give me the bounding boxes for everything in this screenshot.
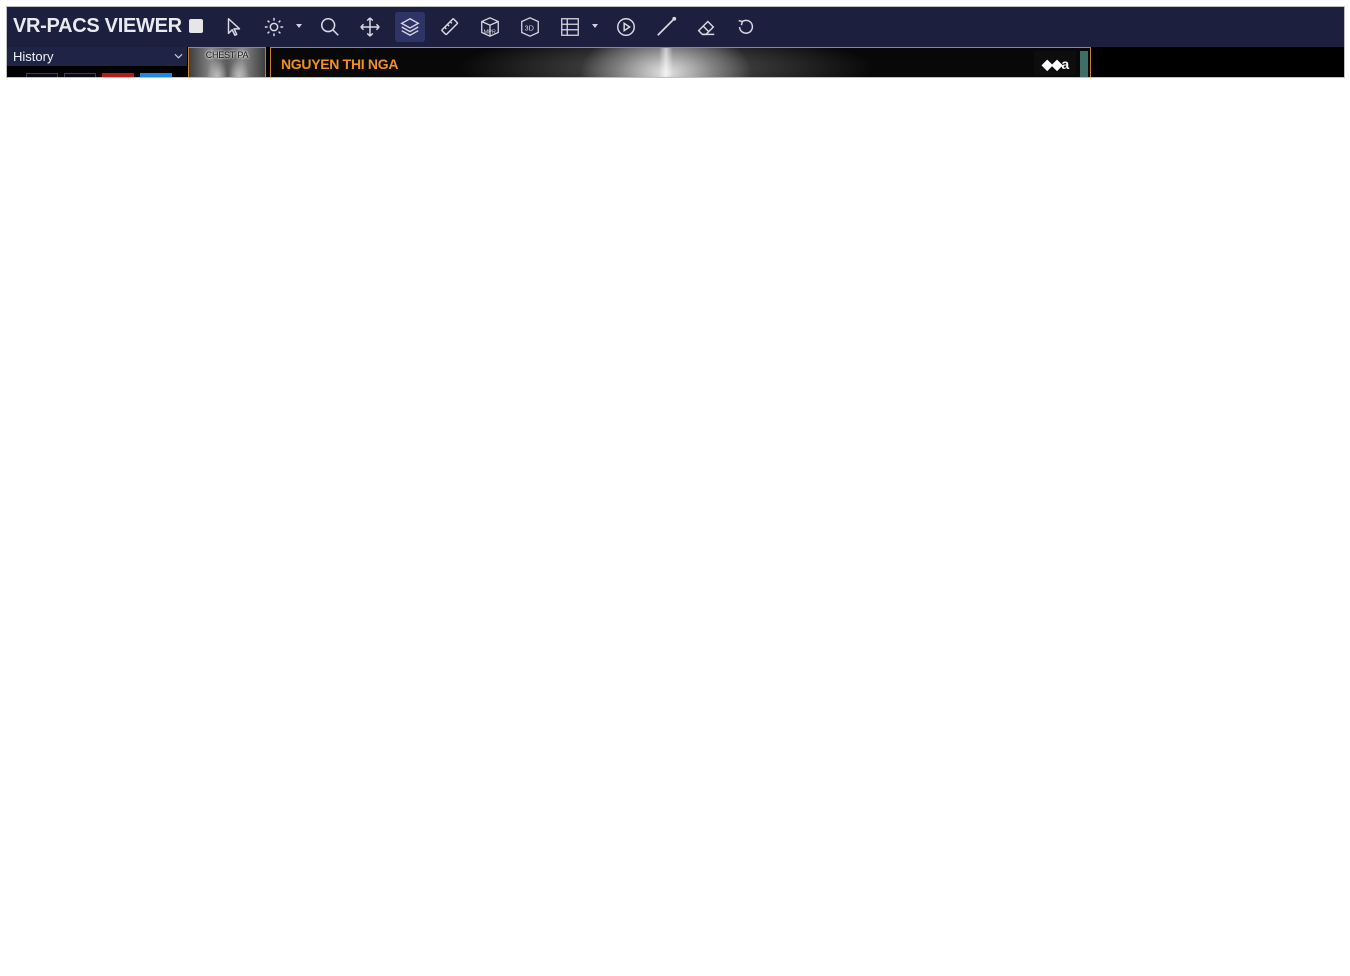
study-tile[interactable] — [64, 73, 96, 77]
series-thumbnail-label: CHEST PA — [205, 50, 249, 60]
image-viewport[interactable]: NGUYEN THI NGA ◆◆a — [270, 47, 1091, 77]
orientation-marker: ◆◆a — [1034, 51, 1076, 75]
study-tile-red[interactable] — [102, 73, 134, 77]
zoom-icon[interactable] — [315, 12, 345, 42]
ruler-icon[interactable] — [435, 12, 465, 42]
svg-text:MPR: MPR — [484, 29, 496, 35]
study-tile[interactable] — [26, 73, 58, 77]
history-dropdown[interactable]: History — [7, 47, 187, 66]
mpr-icon[interactable]: MPR — [475, 12, 505, 42]
brightness-dropdown-caret[interactable] — [296, 24, 302, 28]
play-icon[interactable] — [611, 12, 641, 42]
study-tile-blue[interactable] — [140, 73, 172, 77]
chevron-down-icon — [174, 53, 183, 59]
patient-name: NGUYEN THI NGA — [281, 56, 399, 72]
top-toolbar: VR-PACS VIEWER MPR 3D — [7, 7, 1344, 47]
layout-dropdown-caret[interactable] — [592, 24, 598, 28]
stop-icon[interactable] — [189, 19, 203, 33]
brightness-icon[interactable] — [259, 12, 289, 42]
3d-icon[interactable]: 3D — [515, 12, 545, 42]
xray-image — [659, 48, 673, 77]
history-label: History — [13, 49, 54, 64]
reset-icon[interactable] — [731, 12, 761, 42]
svg-text:3D: 3D — [525, 24, 534, 33]
pacs-viewer-window: VR-PACS VIEWER MPR 3D History CHEST PA N… — [7, 7, 1344, 77]
stack-icon[interactable] — [395, 12, 425, 42]
pointer-icon[interactable] — [219, 12, 249, 42]
series-thumbnail[interactable]: CHEST PA — [188, 47, 266, 77]
pan-icon[interactable] — [355, 12, 385, 42]
viewport-scrollbar[interactable] — [1080, 51, 1088, 77]
app-title: VR-PACS VIEWER — [13, 15, 182, 37]
line-icon[interactable] — [651, 12, 681, 42]
layout-icon[interactable] — [555, 12, 585, 42]
eraser-icon[interactable] — [691, 12, 721, 42]
